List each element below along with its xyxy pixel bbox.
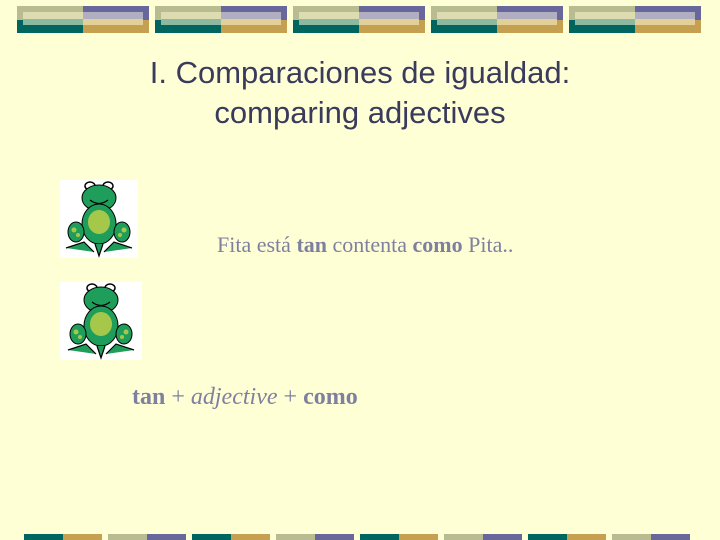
deco-segment — [276, 534, 354, 540]
deco-segment — [612, 534, 690, 540]
formula-como: como — [303, 384, 358, 410]
frog-icon — [67, 283, 135, 360]
formula-adjective: adjective — [190, 384, 278, 410]
comparison-formula: tan + adjective + como — [132, 384, 358, 411]
formula-plus-1: + — [165, 384, 191, 410]
deco-block — [431, 6, 563, 33]
example-text-1: Fita está — [217, 232, 297, 257]
example-sentence: Fita está tan contenta como Pita.. — [217, 232, 513, 258]
deco-segment — [24, 534, 102, 540]
formula-plus-2: + — [277, 384, 304, 410]
deco-segment — [360, 534, 438, 540]
slide-title: I. Comparaciones de igualdad: comparing … — [0, 53, 720, 133]
top-decorative-bar — [17, 6, 701, 33]
frog-image-1 — [60, 180, 138, 258]
deco-block — [155, 6, 287, 33]
deco-segment — [192, 534, 270, 540]
frog-image-2 — [60, 282, 142, 360]
deco-block — [293, 6, 425, 33]
title-line-2: comparing adjectives — [214, 95, 506, 130]
deco-block — [17, 6, 149, 33]
title-line-1: I. Comparaciones de igualdad: — [149, 55, 571, 90]
deco-segment — [528, 534, 606, 540]
deco-segment — [444, 534, 522, 540]
deco-block — [569, 6, 701, 33]
frog-icon — [65, 181, 133, 258]
keyword-como: como — [412, 232, 463, 257]
example-text-3: Pita.. — [462, 232, 514, 257]
example-text-2: contenta — [327, 232, 413, 257]
keyword-tan: tan — [296, 232, 327, 257]
deco-segment — [108, 534, 186, 540]
formula-tan: tan — [132, 384, 166, 410]
bottom-decorative-bar — [24, 534, 690, 540]
